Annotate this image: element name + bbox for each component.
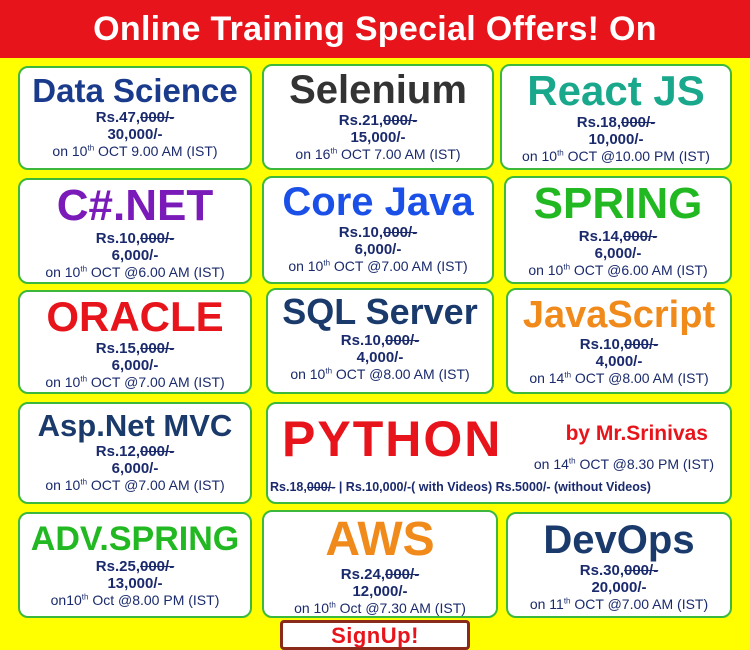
- schedule: on 10th OCT @8.00 AM (IST): [290, 366, 470, 382]
- course-title: React JS: [527, 67, 705, 114]
- course-card[interactable]: ORACLE Rs.15,000/- 6,000/- on 10th OCT @7.0…: [18, 290, 252, 394]
- course-card[interactable]: React JS Rs.18,000/- 10,000/- on 10th OCT @…: [500, 64, 732, 170]
- old-price: Rs.10,000/-: [579, 336, 659, 353]
- course-title: Core Java: [282, 180, 474, 224]
- course-card[interactable]: ADV.SPRING Rs.25,000/- 13,000/- on10th Oct …: [18, 512, 252, 618]
- signup-button[interactable]: SignUp!: [280, 620, 470, 650]
- new-price: 13,000/-: [107, 575, 163, 592]
- price-line: Rs.18,000/- | Rs.10,000/-( with Videos) …: [270, 480, 651, 494]
- course-title: Asp.Net MVC: [37, 408, 233, 443]
- course-card[interactable]: SPRING Rs.14,000/- 6,000/- on 10th OCT @6.0…: [504, 176, 732, 284]
- course-title: ORACLE: [46, 293, 224, 340]
- old-price: Rs.10,000/-: [338, 224, 418, 241]
- course-title: PYTHON: [282, 411, 503, 467]
- schedule: on 10th OCT @7.00 AM (IST): [288, 258, 468, 274]
- old-price: Rs.25,000/-: [95, 558, 175, 575]
- new-price: 10,000/-: [588, 131, 644, 148]
- course-title: ADV.SPRING: [30, 520, 240, 558]
- new-price: 6,000/-: [594, 245, 642, 262]
- course-card[interactable]: Selenium Rs.21,000/- 15,000/- on 16th OCT 7…: [262, 64, 494, 170]
- offer-banner: Online Training Special Offers! On: [0, 0, 750, 58]
- schedule: on 10th OCT @6.00 AM (IST): [528, 262, 708, 278]
- course-title: SPRING: [533, 179, 703, 228]
- schedule: on 14th OCT @8.30 PM (IST): [533, 456, 714, 472]
- schedule: on 10th OCT 9.00 AM (IST): [52, 143, 218, 159]
- course-card[interactable]: JavaScript Rs.10,000/- 4,000/- on 14th OCT …: [506, 288, 732, 394]
- course-card[interactable]: DevOps Rs.30,000/- 20,000/- on 11th OCT @7.…: [506, 512, 732, 618]
- schedule: on 10th OCT @10.00 PM (IST): [522, 148, 710, 164]
- schedule: on 11th OCT @7.00 AM (IST): [529, 596, 709, 612]
- old-price: Rs.24,000/-: [340, 566, 420, 583]
- new-price: 4,000/-: [356, 349, 404, 366]
- schedule: on 10th OCT @7.00 AM (IST): [45, 477, 225, 493]
- old-price: Rs.14,000/-: [578, 228, 658, 245]
- course-title: C#.NET: [56, 181, 214, 230]
- instructor-name: by Mr.Srinivas: [565, 422, 708, 445]
- old-price: Rs.10,000/-: [95, 230, 175, 247]
- course-card[interactable]: AWS Rs.24,000/- 12,000/- on 10th Oct @7.30 …: [262, 510, 498, 618]
- new-price: 6,000/-: [111, 460, 159, 477]
- course-card[interactable]: SQL Server Rs.10,000/- 4,000/- on 10th OCT …: [266, 288, 494, 394]
- course-card[interactable]: C#.NET Rs.10,000/- 6,000/- on 10th OCT @6.0…: [18, 178, 252, 284]
- new-price: 20,000/-: [591, 579, 647, 596]
- schedule: on 16th OCT 7.00 AM (IST): [295, 146, 461, 162]
- course-card[interactable]: Core Java Rs.10,000/- 6,000/- on 10th OCT @…: [262, 176, 494, 284]
- course-title: Selenium: [289, 68, 467, 112]
- course-card[interactable]: Asp.Net MVC Rs.12,000/- 6,000/- on 10th OCT…: [18, 402, 252, 504]
- course-title: AWS: [325, 513, 435, 566]
- new-price: 6,000/-: [111, 357, 159, 374]
- new-price: 12,000/-: [352, 583, 408, 600]
- new-price: 30,000/-: [107, 126, 163, 143]
- old-price: Rs.21,000/-: [338, 112, 418, 129]
- course-title: Data Science: [32, 72, 238, 109]
- old-price: Rs.12,000/-: [95, 443, 175, 460]
- old-price: Rs.47,000/-: [95, 109, 175, 126]
- new-price: 6,000/-: [354, 241, 402, 258]
- new-price: 6,000/-: [111, 247, 159, 264]
- course-title: JavaScript: [522, 294, 716, 336]
- course-card-python[interactable]: PYTHON by Mr.Srinivas on 14th OCT @8.30 …: [266, 402, 732, 504]
- course-title: DevOps: [543, 518, 695, 562]
- old-price: Rs.30,000/-: [579, 562, 659, 579]
- schedule: on 10th OCT @7.00 AM (IST): [45, 374, 225, 390]
- schedule: on 10th Oct @7.30 AM (IST): [294, 600, 466, 616]
- schedule: on10th Oct @8.00 PM (IST): [50, 592, 220, 608]
- new-price: 15,000/-: [350, 129, 406, 146]
- schedule: on 14th OCT @8.00 AM (IST): [529, 370, 709, 386]
- old-price: Rs.18,000/-: [576, 114, 656, 131]
- old-price: Rs.10,000/-: [340, 332, 420, 349]
- course-card[interactable]: Data Science Rs.47,000/- 30,000/- on 10th O…: [18, 66, 252, 170]
- course-title: SQL Server: [282, 291, 478, 332]
- schedule: on 10th OCT @6.00 AM (IST): [45, 264, 225, 280]
- new-price: 4,000/-: [595, 353, 643, 370]
- old-price: Rs.15,000/-: [95, 340, 175, 357]
